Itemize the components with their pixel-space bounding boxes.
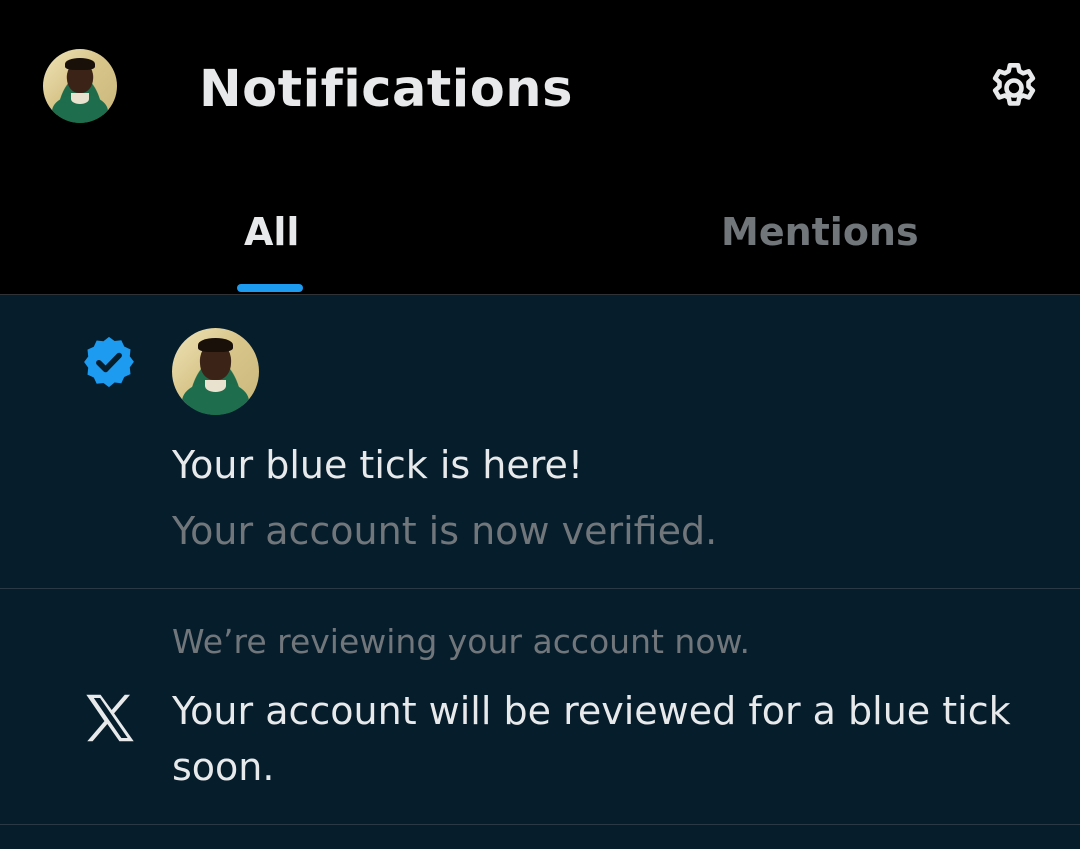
tab-bar: All Mentions [0, 170, 1080, 295]
avatar [172, 328, 259, 415]
notification-title: Your blue tick is here! [172, 443, 584, 487]
profile-avatar[interactable] [43, 49, 117, 123]
x-logo-icon [86, 694, 134, 742]
top-app-bar: Notifications [0, 0, 1080, 170]
notifications-screen: Notifications All Mentions Your blue tic… [0, 0, 1080, 849]
avatar-hair [198, 338, 233, 353]
avatar-hair [65, 57, 95, 70]
tab-all-label: All [244, 210, 300, 254]
active-tab-indicator [237, 284, 303, 292]
page-title: Notifications [199, 60, 573, 119]
verified-badge-icon [84, 336, 134, 388]
settings-button[interactable] [982, 56, 1046, 120]
gear-icon [992, 62, 1036, 106]
notification-header: We’re reviewing your account now. [172, 622, 750, 661]
avatar-collar [71, 93, 89, 104]
notification-item[interactable]: Your blue tick is here! Your account is … [0, 295, 1080, 589]
tab-mentions-label: Mentions [721, 210, 919, 254]
tab-all[interactable]: All [0, 170, 540, 294]
notification-item[interactable]: We’re reviewing your account now. Your a… [0, 589, 1080, 825]
tab-mentions[interactable]: Mentions [540, 170, 1080, 294]
notification-body: Your account will be reviewed for a blue… [172, 689, 1011, 789]
notification-list: Your blue tick is here! Your account is … [0, 295, 1080, 849]
notification-subtitle: Your account is now verified. [172, 509, 718, 553]
